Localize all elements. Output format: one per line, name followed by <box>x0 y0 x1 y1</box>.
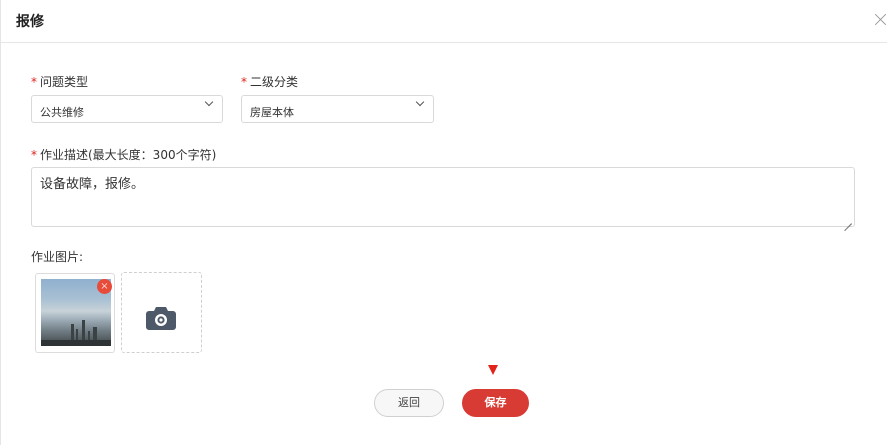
sub-category-select[interactable]: 房屋本体 <box>241 95 434 123</box>
issue-type-label-text: 问题类型 <box>40 75 89 89</box>
sub-category-value: 房屋本体 <box>250 106 294 119</box>
images-label: 作业图片: <box>31 250 84 264</box>
issue-type-value: 公共维修 <box>40 106 84 119</box>
resize-handle[interactable] <box>844 216 852 224</box>
remove-image-button[interactable]: × <box>97 279 112 294</box>
issue-type-label: * 问题类型 <box>31 73 88 90</box>
upload-image-button[interactable] <box>121 272 202 353</box>
description-label: * 作业描述(最大长度：300个字符) <box>31 146 216 163</box>
issue-type-select[interactable]: 公共维修 <box>31 95 223 123</box>
arrow-down-indicator <box>488 365 498 375</box>
sub-category-label-text: 二级分类 <box>250 75 299 89</box>
sub-category-label: * 二级分类 <box>241 73 298 90</box>
description-textarea[interactable]: 设备故障，报修。 <box>31 167 855 227</box>
required-mark: * <box>31 148 37 162</box>
close-icon[interactable] <box>873 12 887 28</box>
back-button[interactable]: 返回 <box>374 389 444 417</box>
chevron-down-icon <box>416 99 425 108</box>
description-label-text: 作业描述(最大长度：300个字符) <box>40 148 217 162</box>
description-value: 设备故障，报修。 <box>40 177 145 192</box>
repair-dialog: 报修 * 问题类型 公共维修 * 二级分类 房屋本体 * 作业描述(最大长度：300个… <box>0 0 887 445</box>
dialog-title: 报修 <box>16 14 44 30</box>
camera-icon <box>146 307 176 330</box>
required-mark: * <box>31 75 37 89</box>
dialog-header: 报修 <box>1 0 887 43</box>
chevron-down-icon <box>205 99 214 108</box>
required-mark: * <box>241 75 247 89</box>
save-button[interactable]: 保存 <box>462 389 529 417</box>
